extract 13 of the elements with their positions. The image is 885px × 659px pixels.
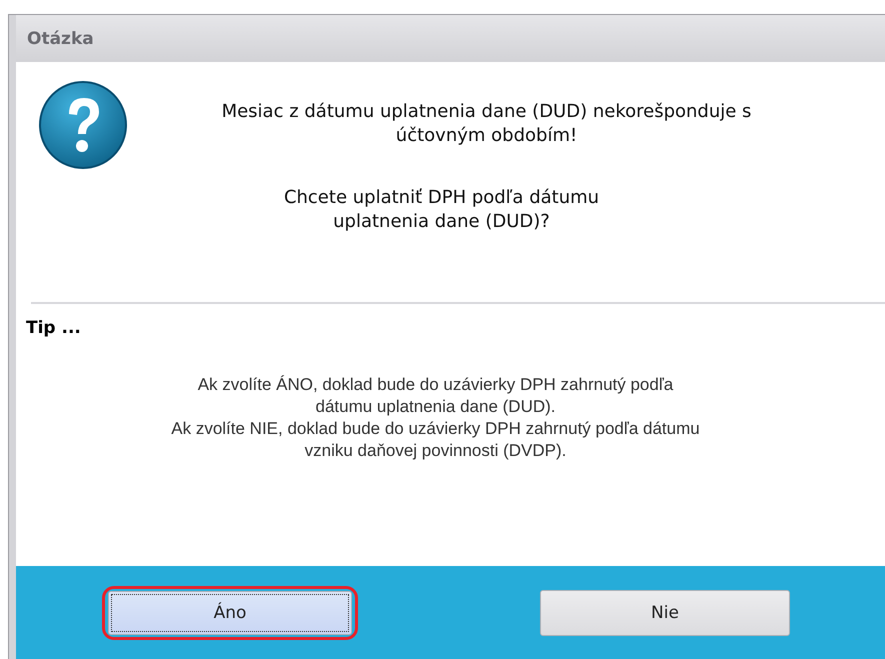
dialog-button[interactable]: Nie [540,590,790,636]
tip-text: Ak zvolíte ÁNO, doklad bude do uzávierky DPH zahrnutý podľa [196,374,674,396]
window-title: Otázka [26,28,94,48]
question-text: účtovným obdobím! [394,124,578,148]
prompt-text: Chcete uplatniť DPH podľa dátumu [282,186,600,210]
dialog-button[interactable]: Áno [108,591,352,635]
tip-text: dátumu uplatnenia dane (DUD). [314,396,557,418]
tip-heading: Tip ... [26,318,82,338]
prompt-text: uplatnenia dane (DUD)? [332,210,551,234]
question-icon [38,80,128,170]
question-text: Mesiac z dátumu uplatnenia dane (DUD) nekorešponduje s [220,100,752,124]
tip-text: Ak zvolíte NIE, doklad bude do uzávierky DPH zahrnutý podľa dátumu [170,418,701,440]
tip-text: vzniku daňovej povinnosti (DVDP). [304,440,568,462]
